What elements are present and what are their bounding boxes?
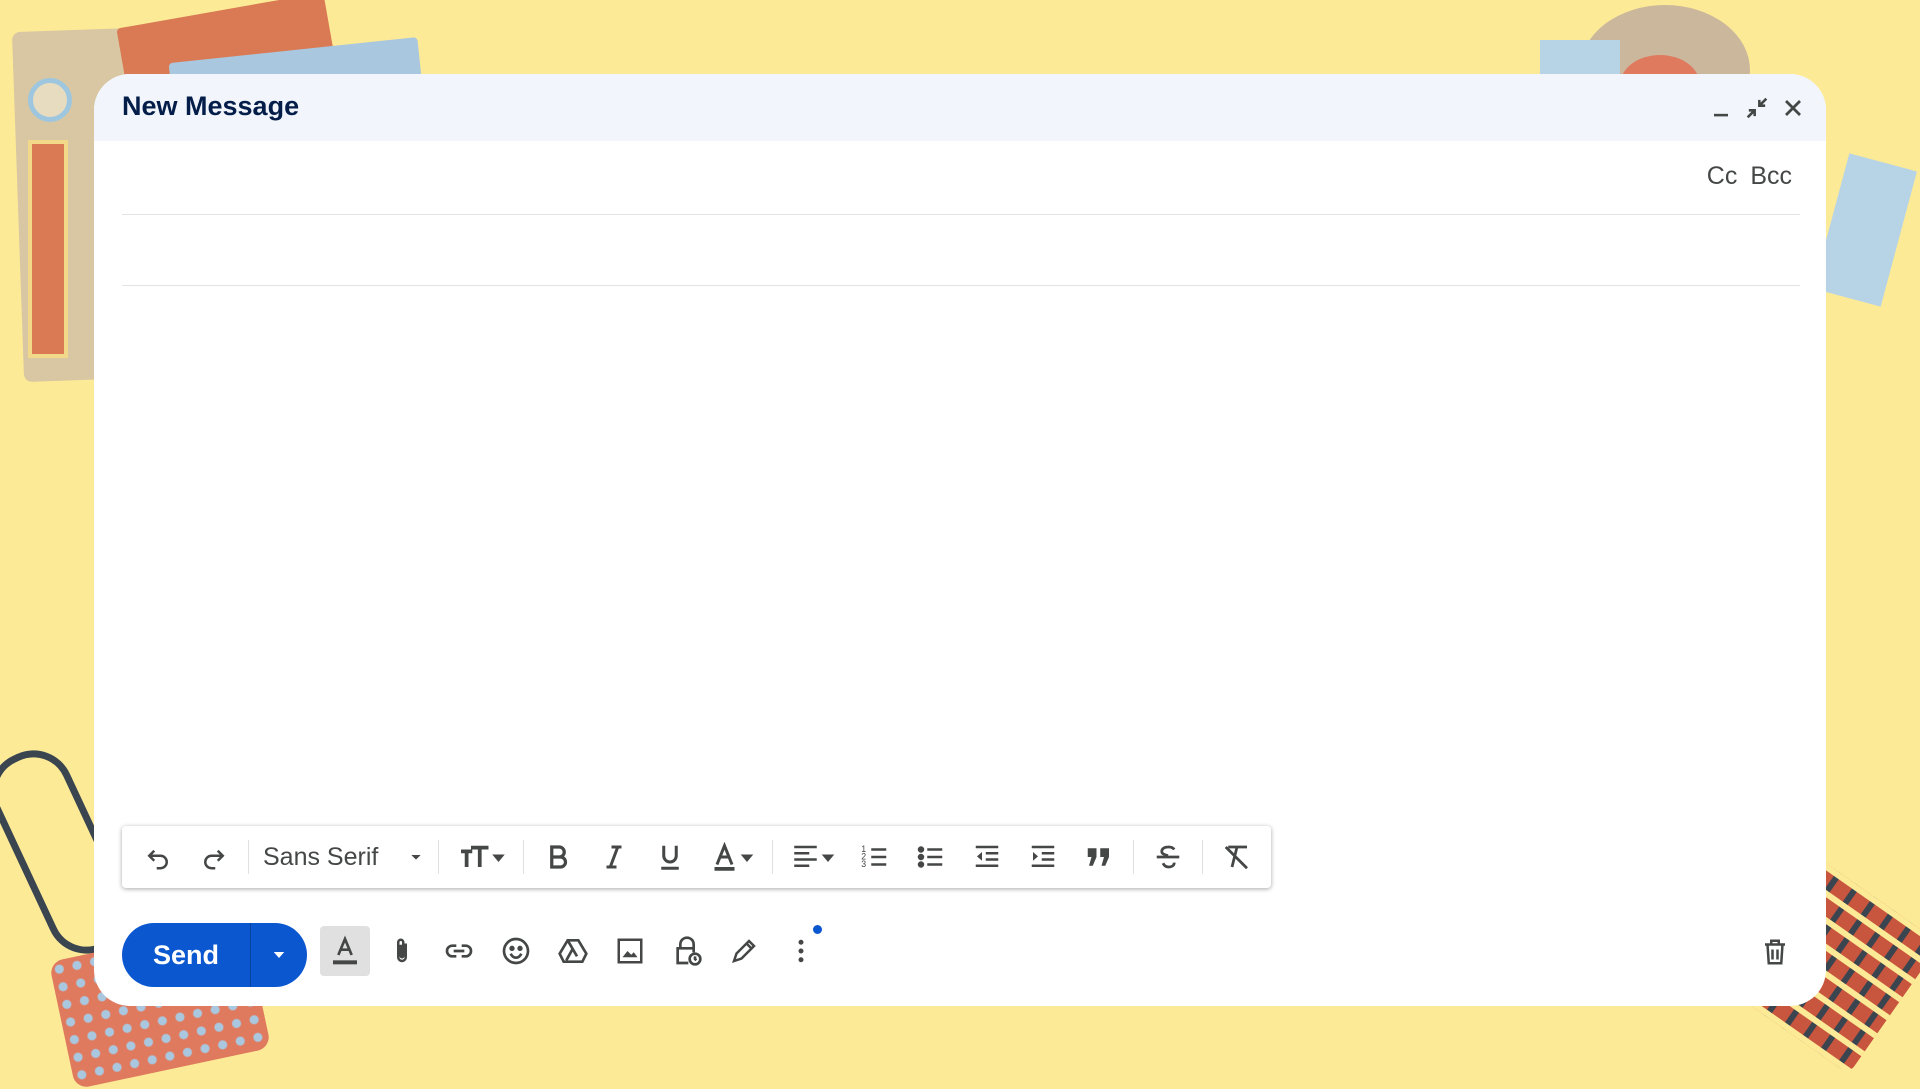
binder-spine-decoration [28, 140, 68, 358]
toolbar-separator [1202, 840, 1204, 874]
chevron-down-icon [273, 952, 285, 958]
formatting-options-icon[interactable] [320, 926, 370, 976]
text-color-icon[interactable] [704, 835, 760, 879]
link-icon[interactable] [434, 926, 484, 976]
font-size-icon[interactable] [451, 835, 511, 879]
photo-icon[interactable] [605, 926, 655, 976]
send-button-group: Send [122, 923, 307, 987]
to-field[interactable]: Cc Bcc [122, 144, 1800, 215]
notification-dot [813, 925, 822, 934]
toolbar-separator [772, 840, 774, 874]
binder-ring-decoration [28, 78, 72, 122]
indent-more-icon[interactable] [1021, 835, 1065, 879]
compose-header: New Message [94, 74, 1826, 141]
message-body[interactable] [122, 288, 1800, 878]
bcc-link[interactable]: Bcc [1750, 162, 1792, 190]
font-family-select[interactable]: Sans Serif [255, 835, 432, 879]
bold-icon[interactable] [536, 835, 580, 879]
font-family-value: Sans Serif [263, 842, 379, 871]
indent-less-icon[interactable] [965, 835, 1009, 879]
numbered-list-icon[interactable]: 123 [853, 835, 897, 879]
discard-icon[interactable] [1752, 929, 1798, 975]
toolbar-separator [438, 840, 440, 874]
italic-icon[interactable] [592, 835, 636, 879]
svg-text:3: 3 [862, 859, 867, 869]
strikethrough-icon[interactable] [1146, 835, 1190, 879]
attach-icon[interactable] [377, 926, 427, 976]
compose-window: New Message Cc Bcc Sans Serif 1 2 3 Send [94, 74, 1826, 1006]
toolbar-separator [1133, 840, 1135, 874]
signature-icon[interactable] [719, 926, 769, 976]
chevron-down-icon [408, 849, 424, 865]
cc-link[interactable]: Cc [1707, 162, 1738, 190]
emoji-icon[interactable] [491, 926, 541, 976]
align-icon[interactable] [785, 835, 841, 879]
send-options-button[interactable] [250, 923, 307, 987]
drive-icon[interactable] [548, 926, 598, 976]
exit-fullscreen-icon[interactable] [1743, 94, 1771, 122]
close-icon[interactable] [1779, 94, 1807, 122]
toolbar-separator [523, 840, 525, 874]
subject-field[interactable] [122, 215, 1800, 286]
redo-icon[interactable] [192, 835, 236, 879]
remove-formatting-icon[interactable] [1215, 835, 1259, 879]
bulleted-list-icon[interactable] [909, 835, 953, 879]
send-button[interactable]: Send [122, 923, 250, 987]
toolbar-separator [248, 840, 249, 874]
underline-icon[interactable] [648, 835, 692, 879]
quote-icon[interactable] [1077, 835, 1121, 879]
formatting-toolbar: Sans Serif 123 [122, 826, 1271, 888]
compose-actions [320, 925, 833, 976]
grid-paper-decoration [1813, 153, 1917, 307]
confidential-mode-icon[interactable] [662, 926, 712, 976]
undo-icon[interactable] [136, 835, 180, 879]
more-options-icon[interactable] [776, 925, 826, 976]
minimize-icon[interactable] [1707, 94, 1735, 122]
compose-title: New Message [122, 91, 300, 121]
cc-bcc-links: Cc Bcc [1701, 162, 1792, 191]
